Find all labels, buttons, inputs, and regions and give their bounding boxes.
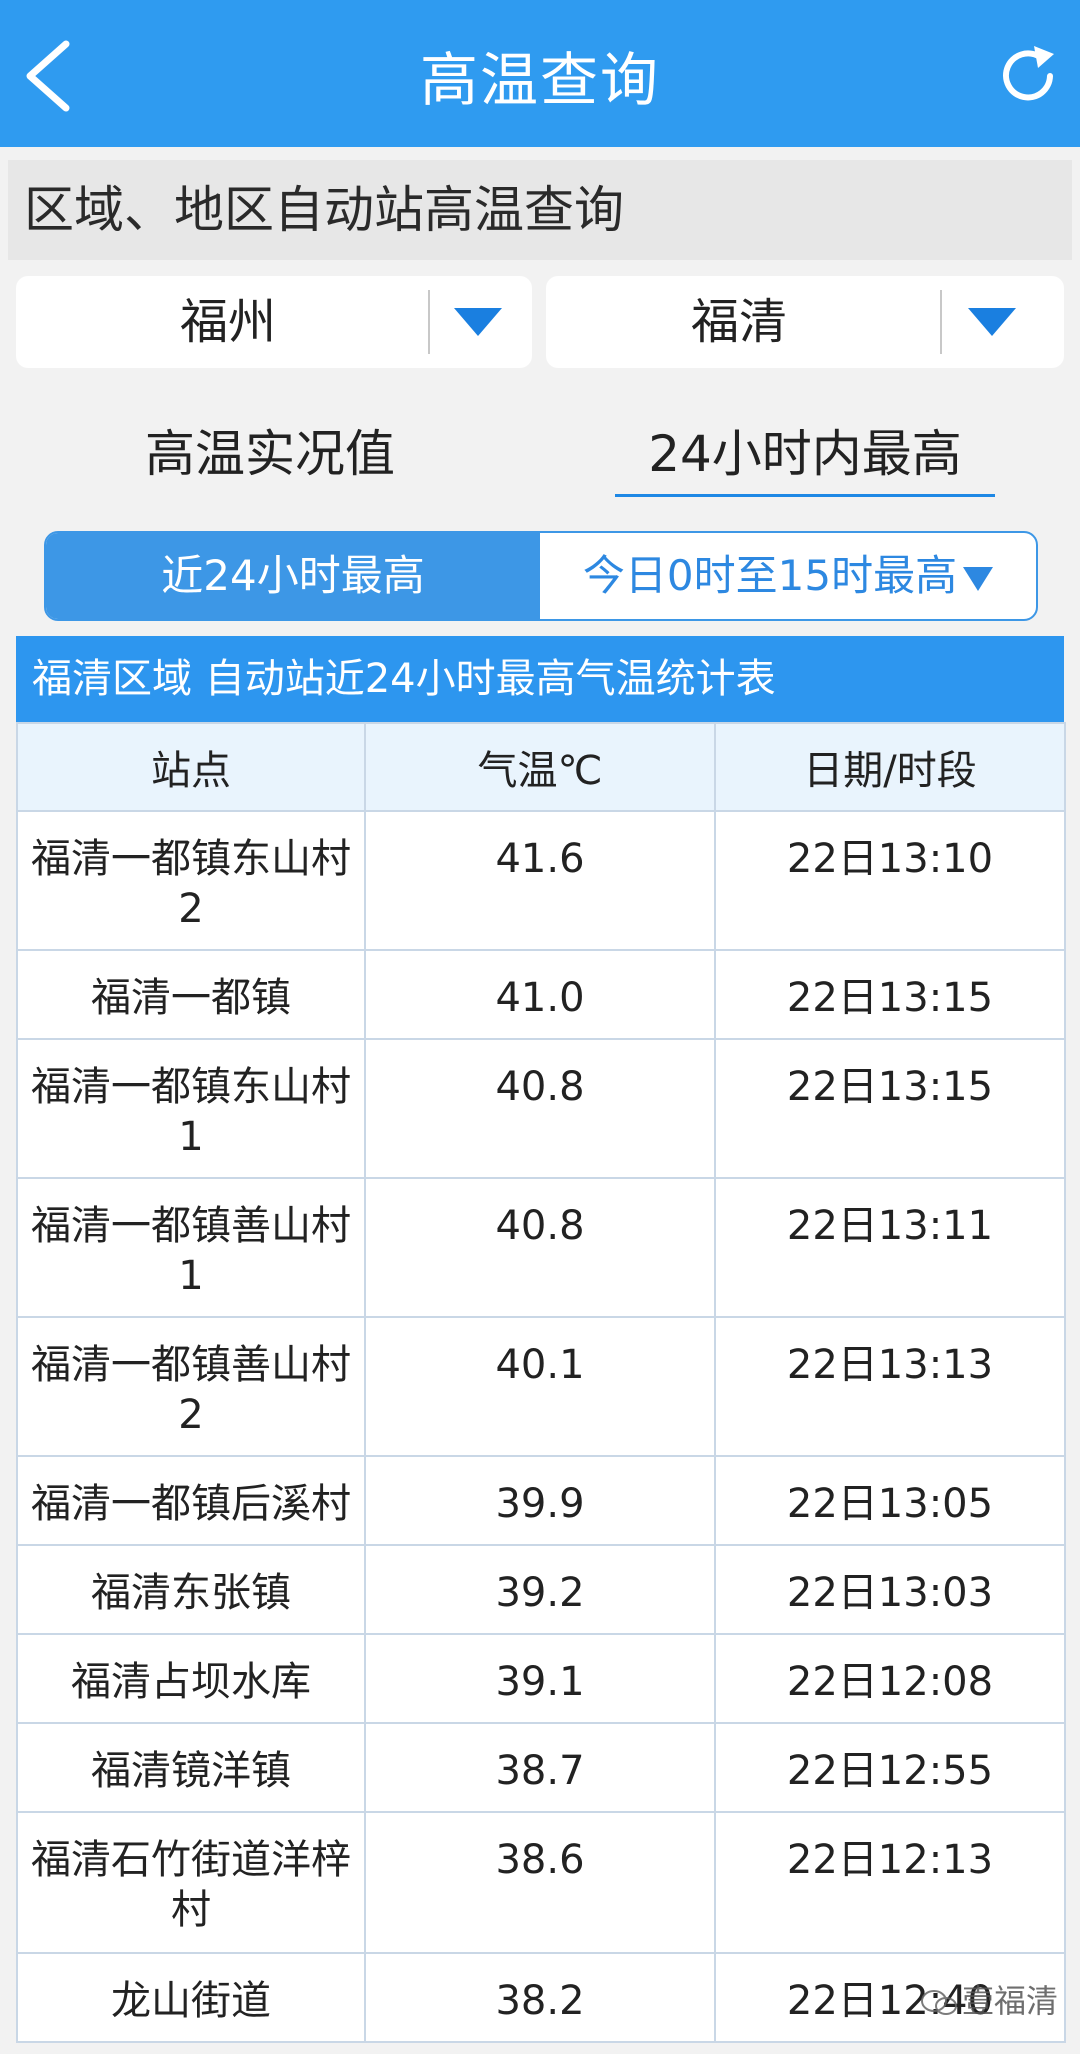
- temp-cell: 40.1: [364, 1316, 716, 1457]
- time-cell: 22日13:10: [714, 810, 1066, 951]
- page-title: 高温查询: [419, 46, 660, 114]
- temp-cell: 39.1: [364, 1633, 716, 1724]
- top-app-bar: 高温查询: [0, 0, 1080, 147]
- table-row: 福清石竹街道洋梓村 38.6 22日12:13: [16, 1811, 1066, 1954]
- segment-last-24h[interactable]: 近24小时最高: [46, 533, 540, 619]
- refresh-icon[interactable]: [992, 40, 1064, 112]
- time-cell: 22日12:55: [714, 1722, 1066, 1813]
- table-row: 龙山街道 38.2 22日12:40: [16, 1952, 1066, 2043]
- column-header-station: 站点: [16, 722, 366, 812]
- chevron-down-icon[interactable]: [454, 308, 502, 336]
- station-cell: 福清石竹街道洋梓村: [16, 1811, 366, 1954]
- time-cell: 22日13:11: [714, 1177, 1066, 1318]
- time-cell: 22日13:13: [714, 1316, 1066, 1457]
- temp-cell: 38.2: [364, 1952, 716, 2043]
- city-dropdown[interactable]: 福州: [16, 276, 532, 368]
- station-cell: 福清一都镇善山村1: [16, 1177, 366, 1318]
- district-dropdown[interactable]: 福清: [546, 276, 1064, 368]
- table-row: 福清一都镇善山村2 40.1 22日13:13: [16, 1316, 1066, 1457]
- temp-cell: 41.0: [364, 949, 716, 1040]
- station-cell: 福清一都镇善山村2: [16, 1316, 366, 1457]
- period-segmented-control: 近24小时最高 今日0时至15时最高: [44, 531, 1038, 621]
- table-row: 福清一都镇东山村2 41.6 22日13:10: [16, 810, 1066, 951]
- watermark-text: 壹福清: [962, 1982, 1059, 2020]
- temp-cell: 39.9: [364, 1455, 716, 1546]
- dropdown-divider: [940, 290, 942, 354]
- time-cell: 22日13:03: [714, 1544, 1066, 1635]
- time-cell: 22日13:05: [714, 1455, 1066, 1546]
- table-row: 福清镜洋镇 38.7 22日12:55: [16, 1722, 1066, 1813]
- station-cell: 福清东张镇: [16, 1544, 366, 1635]
- table-header-row: 站点 气温℃ 日期/时段: [16, 722, 1066, 812]
- column-header-temp: 气温℃: [364, 722, 716, 812]
- temp-cell: 40.8: [364, 1177, 716, 1318]
- temp-cell: 38.6: [364, 1811, 716, 1954]
- chat-bubble-icon: [921, 1990, 957, 2015]
- caret-down-icon: [963, 566, 994, 591]
- station-cell: 福清镜洋镇: [16, 1722, 366, 1813]
- table-title: 福清区域 自动站近24小时最高气温统计表: [16, 636, 1064, 722]
- temp-cell: 40.8: [364, 1038, 716, 1179]
- district-dropdown-value: 福清: [690, 294, 787, 350]
- station-cell: 福清一都镇东山村2: [16, 810, 366, 951]
- time-cell: 22日12:08: [714, 1633, 1066, 1724]
- tab-live-high-temp[interactable]: 高温实况值: [120, 414, 420, 494]
- time-cell: 22日12:13: [714, 1811, 1066, 1954]
- chevron-down-icon[interactable]: [968, 308, 1016, 336]
- temp-cell: 38.7: [364, 1722, 716, 1813]
- table-row: 福清一都镇后溪村 39.9 22日13:05: [16, 1455, 1066, 1546]
- dropdown-divider: [428, 290, 430, 354]
- tab-24h-max[interactable]: 24小时内最高: [615, 414, 995, 497]
- table-row: 福清东张镇 39.2 22日13:03: [16, 1544, 1066, 1635]
- temp-cell: 39.2: [364, 1544, 716, 1635]
- station-cell: 福清一都镇: [16, 949, 366, 1040]
- station-cell: 福清占坝水库: [16, 1633, 366, 1724]
- table-row: 福清一都镇 41.0 22日13:15: [16, 949, 1066, 1040]
- segment-today-label: 今日0时至15时最高: [582, 551, 958, 600]
- column-header-time: 日期/时段: [714, 722, 1066, 812]
- station-cell: 福清一都镇东山村1: [16, 1038, 366, 1179]
- table-row: 福清占坝水库 39.1 22日12:08: [16, 1633, 1066, 1724]
- temp-cell: 41.6: [364, 810, 716, 951]
- table-row: 福清一都镇东山村1 40.8 22日13:15: [16, 1038, 1066, 1179]
- station-cell: 福清一都镇后溪村: [16, 1455, 366, 1546]
- watermark: 壹福清: [920, 1976, 1058, 2022]
- station-cell: 龙山街道: [16, 1952, 366, 2043]
- section-title: 区域、地区自动站高温查询: [8, 160, 1072, 260]
- temperature-table: 站点 气温℃ 日期/时段 福清一都镇东山村2 41.6 22日13:10 福清一…: [16, 722, 1066, 2043]
- segment-today-0-15[interactable]: 今日0时至15时最高: [540, 533, 1036, 619]
- table-row: 福清一都镇善山村1 40.8 22日13:11: [16, 1177, 1066, 1318]
- city-dropdown-value: 福州: [179, 294, 276, 350]
- time-cell: 22日13:15: [714, 949, 1066, 1040]
- time-cell: 22日13:15: [714, 1038, 1066, 1179]
